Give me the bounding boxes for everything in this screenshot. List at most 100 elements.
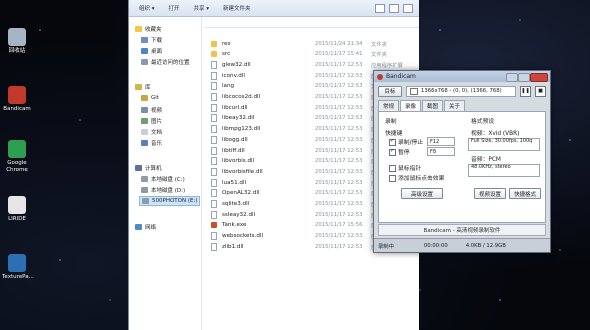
- file-name: libcurl.dll: [222, 104, 248, 111]
- pictures-icon: [141, 118, 148, 124]
- desktop-shortcut-label: Google Chrome: [6, 160, 28, 173]
- file-name: iconv.dll: [222, 72, 245, 79]
- download-folder-icon: [141, 37, 148, 43]
- library-icon: [135, 84, 142, 90]
- nav-git[interactable]: Git: [141, 95, 159, 101]
- target-region-field[interactable]: 1366x768 - (0, 0), (1366, 768): [406, 85, 516, 97]
- desktop-shortcut[interactable]: Google Chrome: [2, 140, 32, 174]
- file-date: 2015/11/17 15:41: [315, 51, 363, 58]
- close-icon[interactable]: [530, 73, 548, 82]
- new-folder-button[interactable]: 新建文件夹: [223, 4, 251, 12]
- file-row[interactable]: OpenAL32.dll2015/11/17 12:53应用程序扩展: [211, 189, 403, 198]
- nav-favorites[interactable]: 收藏夹: [135, 25, 162, 33]
- bandicam-logo-icon: [377, 73, 383, 80]
- click-effect-option[interactable]: 添加鼠标点击效果: [389, 173, 444, 182]
- file-row[interactable]: lang2015/11/17 12:53文件: [211, 82, 382, 91]
- nav-drive-e[interactable]: 500PHOTON (E:): [139, 196, 201, 206]
- file-name: res: [222, 40, 231, 47]
- file-row[interactable]: websockets.dll2015/11/17 12:53应用程序扩展: [211, 232, 403, 241]
- file-row[interactable]: iconv.dll2015/11/17 12:53应用程序扩展: [211, 71, 403, 80]
- file-row[interactable]: libvorbisfile.dll2015/11/17 12:53应用程序扩展: [211, 167, 403, 176]
- nav-computer[interactable]: 计算机: [135, 164, 162, 172]
- stop-icon[interactable]: ■: [535, 85, 546, 97]
- show-cursor-option[interactable]: 鼠标指针: [389, 163, 421, 172]
- target-button[interactable]: 目标: [378, 85, 402, 97]
- preview-pane-icon[interactable]: [389, 3, 399, 13]
- file-row[interactable]: libcocos2d.dll2015/11/17 12:53应用程序扩展: [211, 93, 403, 102]
- minimize-icon[interactable]: [506, 73, 518, 82]
- nav-network[interactable]: 网络: [135, 223, 156, 231]
- rec-stop-hotkey-field[interactable]: F12: [427, 137, 455, 146]
- file-name: libcocos2d.dll: [222, 94, 261, 100]
- file-row[interactable]: ssleay32.dll2015/11/17 12:53应用程序扩展: [211, 210, 403, 219]
- file-date: 2015/11/17 15:56: [315, 222, 363, 229]
- file-date: 2015/11/17 12:53: [315, 179, 363, 186]
- click-effect-checkbox[interactable]: [389, 175, 396, 182]
- file-name: zlib1.dll: [222, 243, 244, 250]
- pause-checkbox[interactable]: [389, 148, 396, 156]
- file-row[interactable]: libogg.dll2015/11/17 12:53应用程序扩展: [211, 135, 403, 144]
- nav-libraries[interactable]: 库: [135, 83, 151, 91]
- help-icon[interactable]: [403, 3, 413, 13]
- desktop-shortcut[interactable]: Bandicam: [2, 86, 32, 113]
- pause-hotkey-field[interactable]: F8: [427, 147, 455, 156]
- file-row[interactable]: libtiff.dll2015/11/17 12:53应用程序扩展: [211, 146, 403, 155]
- audio-format-label: 音频：PCM: [471, 157, 501, 163]
- file-row[interactable]: glew32.dll 2015/11/17 12:53 应用程序扩展: [211, 60, 403, 69]
- file-row[interactable]: libmpg123.dll2015/11/17 12:53应用程序扩展: [211, 125, 403, 134]
- file-icon: [211, 242, 217, 251]
- file-row[interactable]: src 2015/11/17 15:41 文件夹: [211, 50, 387, 59]
- organize-button[interactable]: 组织 ▾: [139, 4, 155, 12]
- desktop-shortcut[interactable]: LIRIDE: [2, 196, 32, 223]
- rec-stop-checkbox[interactable]: [389, 138, 396, 146]
- file-date: 2015/11/17 12:53: [315, 201, 363, 207]
- rec-stop-option[interactable]: 录制/停止: [389, 137, 423, 146]
- app-icon: [211, 222, 217, 229]
- navigation-pane: 收藏夹 下载 桌面 最近访问的位置 库 Git 视频 图片 文档 音乐 计算机 …: [129, 17, 202, 330]
- file-row[interactable]: libeay32.dll2015/11/17 12:53应用程序扩展: [211, 114, 403, 123]
- video-format-label: 视频：Xvid (VBR): [471, 131, 520, 137]
- file-row[interactable]: Tank.exe2015/11/17 15:56应用程序: [211, 221, 392, 230]
- file-row[interactable]: sqlite3.dll2015/11/17 12:53应用程序扩展: [211, 200, 403, 209]
- file-icon: [211, 167, 217, 176]
- desktop-shortcut[interactable]: 回收站: [2, 28, 32, 55]
- file-row[interactable]: libcurl.dll2015/11/17 12:53应用程序扩展: [211, 103, 403, 112]
- nav-desktop[interactable]: 桌面: [141, 47, 162, 55]
- pause-option[interactable]: 暂停: [389, 147, 410, 156]
- file-row[interactable]: lua51.dll2015/11/17 12:53应用程序扩展: [211, 178, 403, 187]
- nav-videos[interactable]: 视频: [141, 106, 162, 114]
- file-name: websockets.dll: [222, 233, 264, 240]
- file-icon: [211, 210, 217, 219]
- share-button[interactable]: 共享 ▾: [194, 4, 210, 12]
- quick-format-button[interactable]: 快捷格式: [509, 188, 541, 199]
- file-icon: [211, 103, 217, 112]
- advanced-settings-button[interactable]: 高级设置: [401, 188, 443, 199]
- nav-local-c[interactable]: 本地磁盘 (C:): [141, 175, 185, 183]
- file-row[interactable]: libvorbis.dll2015/11/17 12:53应用程序扩展: [211, 157, 403, 166]
- hard-drive-icon: [141, 176, 148, 182]
- file-name: ssleay32.dll: [222, 211, 256, 218]
- file-date: 2015/11/17 12:53: [315, 233, 363, 240]
- pause-icon[interactable]: ❚❚: [520, 85, 531, 97]
- show-cursor-checkbox[interactable]: [389, 165, 396, 172]
- nav-downloads[interactable]: 下载: [141, 36, 162, 44]
- open-button[interactable]: 打开: [169, 4, 180, 12]
- desktop-shortcut[interactable]: TexturePa...: [2, 254, 34, 281]
- file-row[interactable]: res 2015/11/24 21:34 文件夹: [211, 39, 387, 48]
- video-settings-button[interactable]: 视频设置: [474, 188, 506, 199]
- bandicam-footer[interactable]: Bandicam - 高清视频录制软件: [378, 224, 546, 236]
- nav-recent[interactable]: 最近访问的位置: [141, 58, 190, 66]
- nav-music[interactable]: 音乐: [141, 139, 162, 147]
- nav-documents[interactable]: 文档: [141, 128, 162, 136]
- view-options-icon[interactable]: [375, 3, 385, 13]
- file-name: libogg.dll: [222, 136, 248, 143]
- nav-pictures[interactable]: 图片: [141, 117, 162, 125]
- file-row[interactable]: zlib1.dll2015/11/17 12:53应用程序扩展: [211, 242, 403, 251]
- screen-icon: [410, 87, 418, 95]
- file-date: 2015/11/17 12:53: [315, 190, 363, 197]
- file-date: 2015/11/17 12:53: [315, 136, 363, 143]
- status-time: 00:00:00: [423, 242, 448, 249]
- maximize-icon[interactable]: [518, 73, 530, 82]
- file-icon: [211, 232, 217, 241]
- nav-local-d[interactable]: 本地磁盘 (D:): [141, 186, 185, 194]
